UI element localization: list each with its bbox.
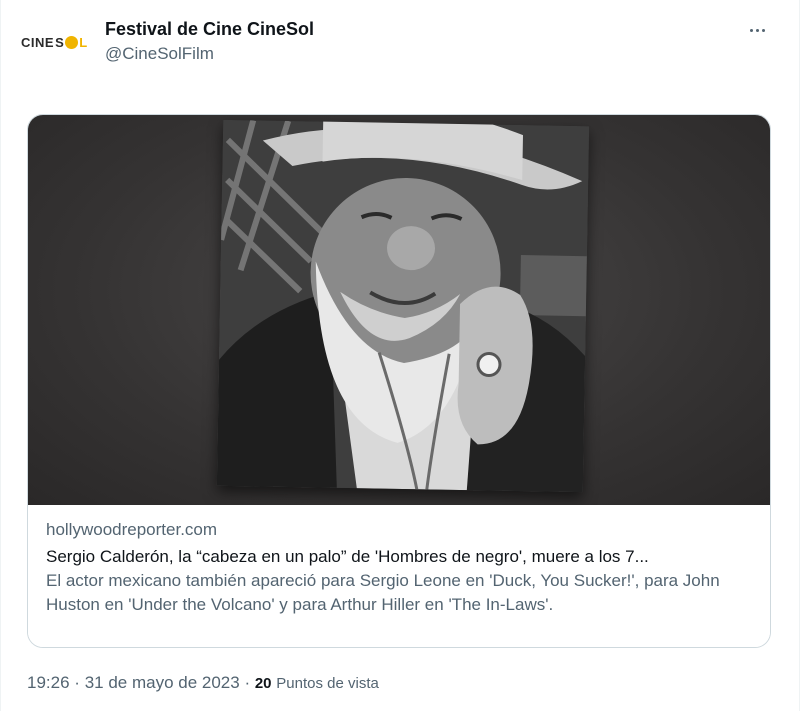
- link-card[interactable]: hollywoodreporter.com Sergio Calderón, l…: [27, 114, 771, 648]
- separator: ·: [74, 673, 80, 692]
- card-title: Sergio Calderón, la “cabeza en un palo” …: [46, 547, 649, 566]
- card-description: El actor mexicano también apareció para …: [46, 571, 720, 614]
- author-block: Festival de Cine CineSol @CineSolFilm: [105, 18, 314, 66]
- avatar[interactable]: CINE S L: [21, 20, 93, 64]
- user-handle[interactable]: @CineSolFilm: [105, 42, 314, 66]
- separator: ·: [244, 673, 251, 692]
- card-image[interactable]: [28, 115, 770, 505]
- tweet-date[interactable]: 31 de mayo de 2023: [85, 673, 240, 692]
- cinesol-logo: CINE S L: [21, 35, 88, 50]
- more-horizontal-icon-dot: [761, 28, 765, 32]
- logo-text-right: L: [79, 34, 88, 50]
- card-domain: hollywoodreporter.com: [46, 520, 218, 539]
- portrait-photo: [216, 119, 590, 493]
- display-name[interactable]: Festival de Cine CineSol: [105, 18, 314, 40]
- sun-icon: [65, 35, 79, 49]
- logo-text-mid: S: [55, 34, 65, 50]
- more-options-button[interactable]: [745, 20, 769, 40]
- tweet: CINE S L Festival de Cine CineSol @CineS…: [0, 0, 800, 711]
- tweet-footer: 19:26 · 31 de mayo de 2023 · 20 Puntos d…: [27, 671, 379, 696]
- views-label: Puntos de vista: [276, 675, 379, 692]
- tweet-time[interactable]: 19:26: [27, 673, 70, 692]
- portrait-illustration: [216, 119, 590, 493]
- logo-text-left: CINE: [21, 34, 55, 50]
- more-horizontal-icon: [749, 28, 753, 32]
- card-text[interactable]: hollywoodreporter.com Sergio Calderón, l…: [28, 505, 770, 647]
- more-horizontal-icon-dot: [755, 28, 759, 32]
- views-count[interactable]: 20: [255, 675, 272, 692]
